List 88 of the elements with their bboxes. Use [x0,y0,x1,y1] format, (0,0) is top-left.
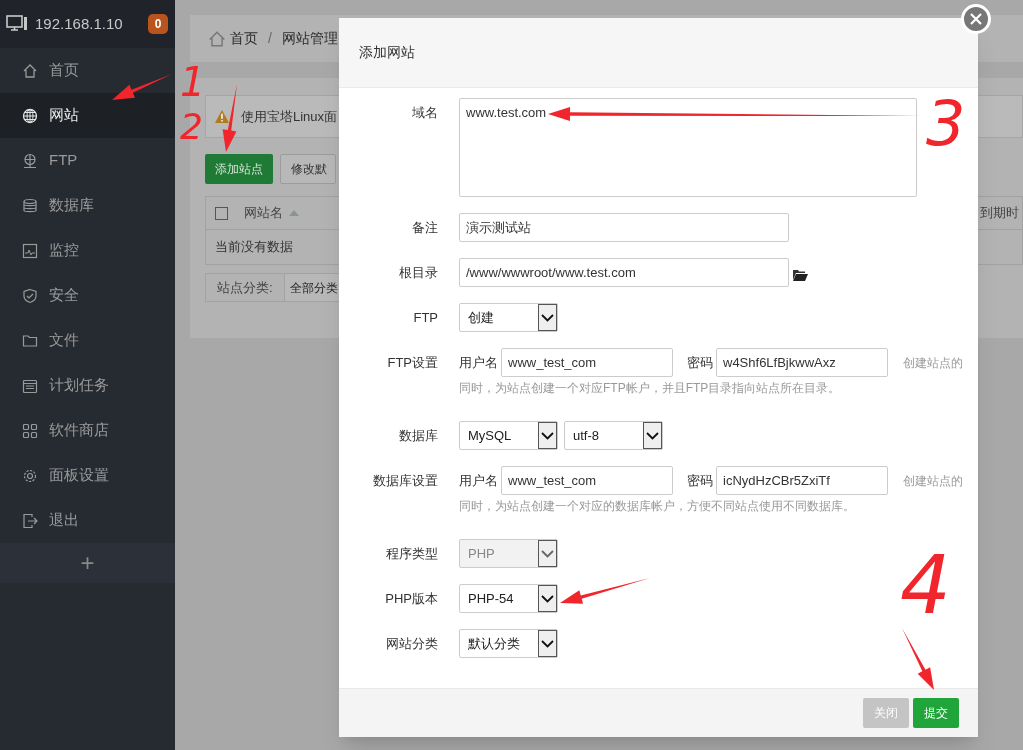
field-label: FTP [413,310,438,325]
calendar-icon [22,377,38,394]
select-all-checkbox[interactable] [215,206,228,220]
sidebar-item[interactable]: 计划任务 [0,363,175,408]
text-field[interactable]: www_test_com [501,348,673,377]
sidebar-item[interactable]: 软件商店 [0,408,175,453]
chevron-down-icon [538,422,557,449]
text-field[interactable]: w4Shf6LfBjkwwAxz [716,348,888,377]
hint-text: 同时，为站点创建一个对应FTP帐户，并且FTP目录指向站点所在目录。 [459,380,842,397]
add-site-button[interactable]: 添加站点 [205,154,273,184]
logout-icon [22,512,38,529]
chevron-down-icon [538,304,557,331]
column-header[interactable]: 到期时 [980,203,1019,223]
field-label: 根目录 [399,265,438,280]
field-label: 域名 [412,105,438,120]
sidebar-item[interactable]: 文件 [0,318,175,363]
globe-icon [22,107,38,124]
text-field[interactable]: /www/wwwroot/www.test.com [459,258,789,287]
select-field: PHP [459,539,558,568]
home-icon [22,62,38,79]
annotation-number: 1 [180,59,206,105]
dialog-title: 添加网站 [359,43,415,62]
settings-icon [22,467,38,484]
field-sublabel: 用户名 [459,471,498,490]
chevron-down-icon [538,540,557,567]
annotation-number: 2 [180,105,203,147]
sort-up-icon [288,209,300,217]
hint-text: 同时，为站点创建一个对应的数据库帐户，方便不同站点使用不同数据库。 [459,498,856,515]
chevron-down-icon [538,630,557,657]
field-label: FTP设置 [387,355,438,370]
field-sublabel: 密码 [687,353,713,372]
folder-icon [22,332,38,349]
close-button[interactable] [961,4,991,34]
field-sublabel: 密码 [687,471,713,490]
annotation-number: 3 [926,86,966,160]
computer-icon [6,15,28,33]
database-icon [22,197,38,214]
sidebar-item[interactable]: 退出 [0,498,175,543]
shield-icon [22,287,38,304]
warning-icon [214,109,230,124]
sidebar-item[interactable]: 首页 [0,48,175,93]
sidebar-item[interactable]: 面板设置 [0,453,175,498]
select-field[interactable]: MySQL [459,421,558,450]
field-label: 数据库设置 [373,473,438,488]
field-sublabel: 用户名 [459,353,498,372]
notification-badge: 0 [148,14,168,34]
text-field[interactable]: icNydHzCBr5ZxiTf [716,466,888,495]
field-label: PHP版本 [385,591,438,606]
field-label: 程序类型 [386,546,438,561]
chevron-down-icon [643,422,662,449]
annotation-arrow [222,84,237,152]
text-field[interactable]: 演示测试站 [459,213,789,242]
hint-text: 创建站点的 [903,472,963,490]
notice-text: 使用宝塔Linux面 [241,107,338,126]
category-select[interactable]: 全部分类 [283,274,339,301]
sidebar-item[interactable]: FTP [0,138,175,183]
field-label: 备注 [412,220,438,235]
close-icon [970,13,982,25]
field-label: 数据库 [399,428,438,443]
sidebar-item[interactable]: 安全 [0,273,175,318]
host-address: 192.168.1.10 [35,13,123,34]
breadcrumb-separator: / [268,29,272,48]
category-label: 站点分类: [216,278,274,297]
sidebar-item[interactable]: 网站 [0,93,175,138]
field-label: 网站分类 [386,636,438,651]
select-field[interactable]: PHP-54 [459,584,558,613]
sidebar-item[interactable]: 数据库 [0,183,175,228]
column-header[interactable]: 网站名 [244,203,283,223]
chevron-down-icon [538,585,557,612]
select-field[interactable]: 默认分类 [459,629,558,658]
breadcrumb-link[interactable]: 网站管理 [281,28,338,49]
empty-table-message: 当前没有数据 [215,238,293,257]
add-button[interactable]: + [80,551,95,575]
folder-icon [793,268,808,281]
hint-text: 创建站点的 [903,354,963,372]
modify-default-button[interactable]: 修改默 [280,154,336,184]
select-field[interactable]: utf-8 [564,421,663,450]
select-field[interactable]: 创建 [459,303,558,332]
sidebar-item[interactable]: 监控 [0,228,175,273]
home-icon [208,29,226,48]
annotation-arrow [112,74,172,100]
domain-textarea[interactable]: www.test.com [459,98,917,197]
breadcrumb-link[interactable]: 首页 [208,28,258,49]
globe-stand-icon [22,152,38,169]
grid-icon [22,422,38,439]
text-field[interactable]: www_test_com [501,466,673,495]
monitor-icon [22,242,38,259]
annotation-number: 4 [900,539,951,632]
